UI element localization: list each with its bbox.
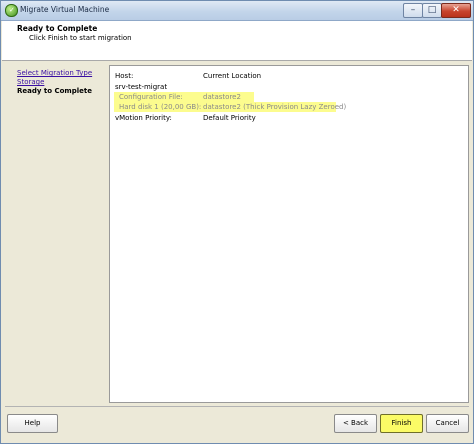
nav-item-select-migration-type[interactable]: Select Migration Type — [17, 69, 92, 77]
config-file-label: Configuration File: — [119, 93, 183, 101]
title-bar: ✓ Migrate Virtual Machine – □ ✕ — [1, 1, 473, 21]
help-button[interactable]: Help — [7, 414, 58, 433]
hard-disk-label: Hard disk 1 (20,00 GB): — [119, 103, 202, 111]
vsphere-migrate-icon: ✓ — [5, 4, 18, 17]
nav-item-ready-to-complete: Ready to Complete — [17, 87, 92, 95]
location-header: Current Location — [203, 72, 262, 80]
vm-name-row: srv-test-migrat — [115, 83, 465, 93]
page-subtitle: Click Finish to start migration — [29, 34, 132, 42]
summary-row-config-file: Configuration File: datastore2 — [115, 93, 465, 103]
back-button[interactable]: < Back — [334, 414, 377, 433]
maximize-icon[interactable]: □ — [422, 3, 442, 18]
footer-divider — [5, 406, 469, 407]
summary-panel: Host: Current Location srv-test-migrat C… — [109, 65, 469, 403]
vm-name: srv-test-migrat — [115, 83, 168, 91]
nav-item-storage[interactable]: Storage — [17, 78, 44, 86]
summary-row-hard-disk: Hard disk 1 (20,00 GB): datastore2 (Thic… — [115, 103, 465, 113]
cancel-button[interactable]: Cancel — [426, 414, 469, 433]
wizard-steps-nav: Select Migration Type Storage Ready to C… — [8, 65, 104, 401]
migrate-vm-dialog: ✓ Migrate Virtual Machine – □ ✕ Ready to… — [0, 0, 474, 444]
hard-disk-value: datastore2 (Thick Provision Lazy Zeroed) — [203, 103, 347, 111]
window-title: Migrate Virtual Machine — [20, 5, 110, 14]
summary-row-vmotion-priority: vMotion Priority: Default Priority — [115, 114, 465, 124]
vmotion-priority-value: Default Priority — [203, 114, 256, 122]
wizard-header: Ready to Complete Click Finish to start … — [2, 21, 472, 61]
close-icon[interactable]: ✕ — [441, 3, 471, 18]
host-label: Host: — [115, 72, 134, 80]
vmotion-priority-label: vMotion Priority: — [115, 114, 172, 122]
minimize-icon[interactable]: – — [403, 3, 423, 18]
page-title: Ready to Complete — [17, 24, 98, 33]
summary-header-row: Host: Current Location — [115, 72, 465, 82]
finish-button[interactable]: Finish — [380, 414, 423, 433]
config-file-value: datastore2 — [203, 93, 241, 101]
